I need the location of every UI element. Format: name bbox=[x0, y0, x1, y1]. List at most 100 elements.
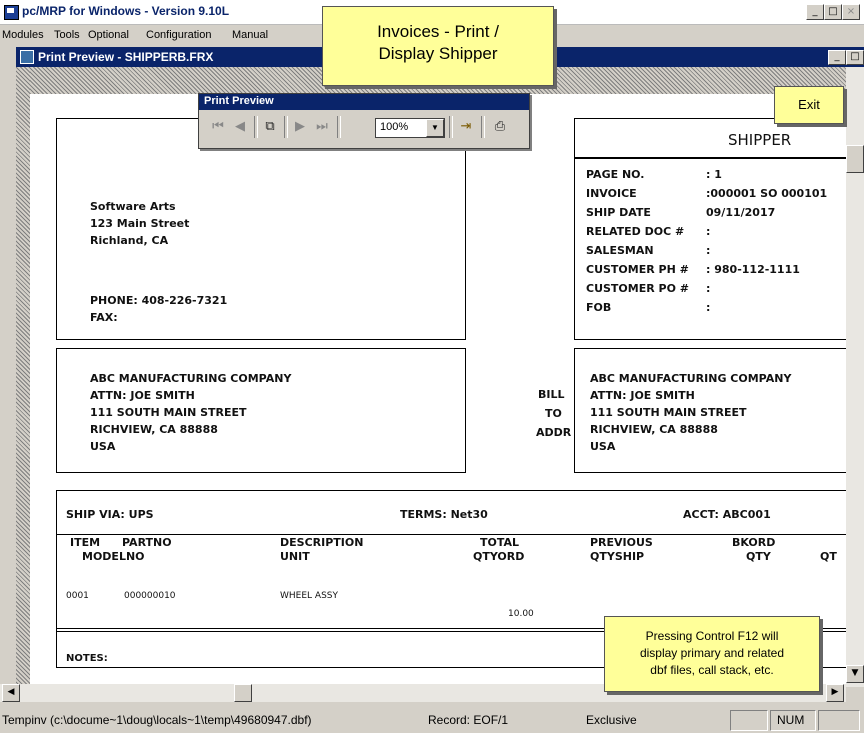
line-description: WHEEL ASSY bbox=[280, 591, 338, 601]
preview-window-icon[interactable] bbox=[20, 50, 34, 64]
header-rule bbox=[56, 534, 846, 535]
preview-window-title: Print Preview - SHIPPERB.FRX bbox=[38, 50, 214, 64]
child-restore-button[interactable]: □ bbox=[846, 50, 864, 65]
first-page-icon[interactable]: ⏮ bbox=[207, 116, 229, 138]
info-label-page: PAGE NO. bbox=[586, 168, 645, 181]
info-value-related-doc: : bbox=[706, 225, 711, 238]
maximize-button[interactable]: □ bbox=[824, 4, 842, 20]
child-minimize-button[interactable]: _ bbox=[828, 50, 846, 65]
chevron-down-icon[interactable]: ▼ bbox=[426, 119, 444, 137]
notes-label: NOTES: bbox=[66, 653, 108, 664]
close-preview-icon[interactable]: ⇥ bbox=[455, 116, 477, 138]
info-value-customer-po: : bbox=[706, 282, 711, 295]
minimize-button[interactable]: _ bbox=[806, 4, 824, 20]
app-icon[interactable] bbox=[4, 5, 19, 20]
app-title: pc/MRP for Windows - Version 9.10L bbox=[22, 4, 230, 18]
toolbar-separator bbox=[481, 116, 485, 138]
menu-configuration[interactable]: Configuration bbox=[146, 29, 211, 41]
ship-to-line-2: ATTN: JOE SMITH bbox=[90, 389, 195, 402]
bill-to-line-5: USA bbox=[590, 440, 616, 453]
status-file: Tempinv (c:\docume~1\doug\locals~1\temp\… bbox=[2, 713, 312, 727]
status-panel-num: NUM bbox=[770, 710, 816, 731]
col-qt: QT bbox=[820, 550, 837, 563]
previous-page-icon[interactable]: ◀ bbox=[229, 116, 251, 138]
menu-tools[interactable]: Tools bbox=[54, 29, 80, 41]
scroll-thumb[interactable] bbox=[846, 145, 864, 173]
scroll-right-arrow-icon[interactable]: ▶ bbox=[826, 684, 844, 702]
status-record: Record: EOF/1 bbox=[428, 713, 509, 727]
menu-modules[interactable]: Modules bbox=[2, 29, 44, 41]
toolbar-separator bbox=[284, 116, 288, 138]
company-phone: PHONE: 408-226-7321 bbox=[90, 294, 228, 307]
col-total: TOTAL bbox=[480, 536, 520, 549]
preview-background bbox=[16, 67, 30, 687]
toolbar-separator bbox=[337, 116, 341, 138]
bill-label-3: ADDR bbox=[536, 426, 572, 439]
col-description: DESCRIPTION bbox=[280, 536, 364, 549]
menu-manual[interactable]: Manual bbox=[232, 29, 268, 41]
info-label-related-doc: RELATED DOC # bbox=[586, 225, 685, 238]
horizontal-scroll-thumb[interactable] bbox=[234, 684, 252, 702]
col-modelno: MODELNO bbox=[82, 550, 145, 563]
info-label-customer-po: CUSTOMER PO # bbox=[586, 282, 690, 295]
status-panel-scroll bbox=[818, 710, 860, 731]
col-bkord: BKORD bbox=[732, 536, 776, 549]
next-page-icon[interactable]: ▶ bbox=[289, 116, 311, 138]
toolbar-separator bbox=[254, 116, 258, 138]
status-panel-caps bbox=[730, 710, 768, 731]
col-unit: UNIT bbox=[280, 550, 310, 563]
ship-to-line-3: 111 SOUTH MAIN STREET bbox=[90, 406, 247, 419]
company-street: 123 Main Street bbox=[90, 217, 190, 230]
last-page-icon[interactable]: ⏭ bbox=[311, 116, 333, 138]
company-city: Richland, CA bbox=[90, 234, 169, 247]
ship-via: SHIP VIA: UPS bbox=[66, 508, 154, 521]
info-value-customer-ph: : 980-112-1111 bbox=[706, 263, 800, 276]
status-bar: Tempinv (c:\docume~1\doug\locals~1\temp\… bbox=[0, 706, 864, 733]
bill-label-2: TO bbox=[545, 407, 562, 420]
zoom-value: 100% bbox=[380, 121, 409, 133]
terms: TERMS: Net30 bbox=[400, 508, 488, 521]
bill-label-1: BILL bbox=[538, 388, 565, 401]
shipper-title: SHIPPER bbox=[728, 131, 792, 149]
status-num: NUM bbox=[777, 713, 805, 727]
info-value-ship-date: 09/11/2017 bbox=[706, 206, 776, 219]
shipper-title-box bbox=[574, 118, 846, 158]
col-partno: PARTNO bbox=[122, 536, 172, 549]
ctrl-f12-callout: Pressing Control F12 will display primar… bbox=[604, 616, 820, 692]
scroll-left-arrow-icon[interactable]: ◀ bbox=[2, 684, 20, 702]
col-qty: QTY bbox=[746, 550, 771, 563]
printer-icon[interactable]: ⎙ bbox=[489, 116, 511, 138]
toolbar-title: Print Preview bbox=[204, 95, 274, 107]
info-label-fob: FOB bbox=[586, 301, 612, 314]
zoom-select[interactable]: 100% ▼ bbox=[375, 118, 445, 138]
info-value-fob: : bbox=[706, 301, 711, 314]
bill-to-line-4: RICHVIEW, CA 88888 bbox=[590, 423, 718, 436]
line-partno: 000000010 bbox=[124, 591, 176, 601]
scroll-down-arrow-icon[interactable]: ▼ bbox=[846, 665, 864, 683]
col-previous: PREVIOUS bbox=[590, 536, 653, 549]
bill-to-line-3: 111 SOUTH MAIN STREET bbox=[590, 406, 747, 419]
info-value-page: : 1 bbox=[706, 168, 722, 181]
info-label-salesman: SALESMAN bbox=[586, 244, 654, 257]
line-qty: 10.00 bbox=[508, 609, 534, 619]
ship-to-line-1: ABC MANUFACTURING COMPANY bbox=[90, 372, 292, 385]
col-qtyord: QTYORD bbox=[473, 550, 525, 563]
bill-to-line-1: ABC MANUFACTURING COMPANY bbox=[590, 372, 792, 385]
line-item-number: 0001 bbox=[66, 591, 89, 601]
print-preview-toolbar[interactable]: Print Preview ⏮ ◀ ⧉ ▶ ⏭ 100% ▼ ⇥ ⎙ bbox=[198, 93, 530, 149]
bill-to-line-2: ATTN: JOE SMITH bbox=[590, 389, 695, 402]
multi-page-icon[interactable]: ⧉ bbox=[259, 116, 281, 138]
ship-to-line-5: USA bbox=[90, 440, 116, 453]
company-name: Software Arts bbox=[90, 200, 176, 213]
vertical-scrollbar[interactable]: ▼ bbox=[846, 67, 864, 687]
toolbar-caption: Print Preview bbox=[199, 94, 529, 110]
info-label-customer-ph: CUSTOMER PH # bbox=[586, 263, 689, 276]
ship-to-line-4: RICHVIEW, CA 88888 bbox=[90, 423, 218, 436]
menu-optional[interactable]: Optional bbox=[88, 29, 129, 41]
close-button[interactable]: × bbox=[842, 4, 860, 20]
info-label-invoice: INVOICE bbox=[586, 187, 637, 200]
report-page: Software Arts 123 Main Street Richland, … bbox=[30, 94, 846, 684]
account: ACCT: ABC001 bbox=[683, 508, 771, 521]
info-label-ship-date: SHIP DATE bbox=[586, 206, 651, 219]
info-value-invoice: :000001 SO 000101 bbox=[706, 187, 828, 200]
